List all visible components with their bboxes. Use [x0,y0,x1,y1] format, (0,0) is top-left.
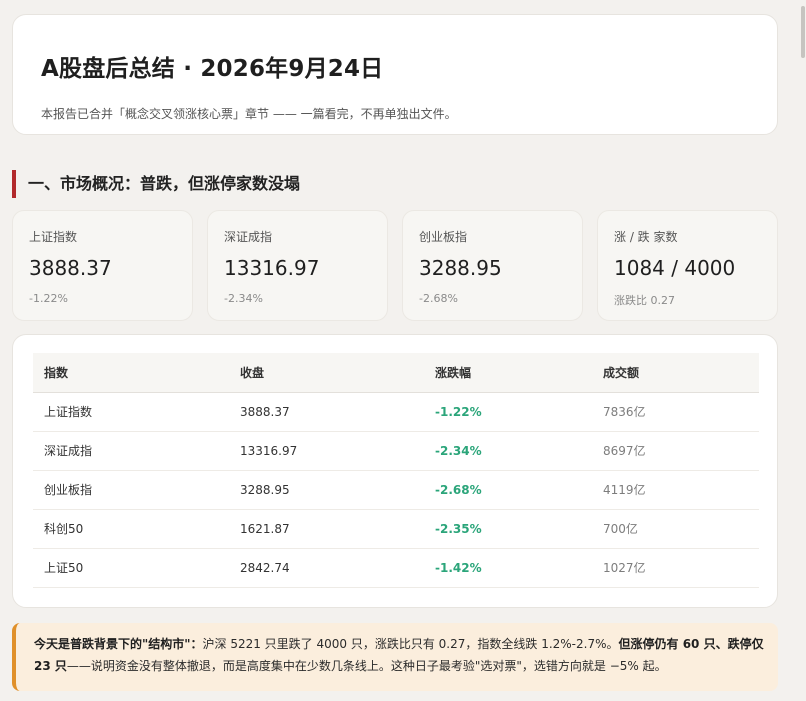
table-header: 指数 收盘 涨跌幅 成交额 [33,353,759,393]
turnover-value: 1027亿 [603,561,646,575]
change-value: -2.34% [435,444,482,458]
page-title: A股盘后总结 · 2026年9月24日 [41,56,384,82]
section-heading-market-overview: 一、市场概况：普跌，但涨停家数没塌 [12,170,300,198]
page-subtitle: 本报告已合并「概念交叉领涨核心票」章节 —— 一篇看完，不再单独出文件。 [41,107,457,121]
turnover-value: 8697亿 [603,444,646,458]
table-row: 创业板指 3288.95 -2.68% 4119亿 [33,471,759,510]
stat-ratio: 涨跌比 0.27 [614,294,675,307]
index-name: 科创50 [44,522,84,536]
index-name: 上证指数 [44,405,93,419]
stat-value: 3288.95 [419,256,502,280]
turnover-value: 7836亿 [603,405,646,419]
column-header-close: 收盘 [240,366,265,380]
stat-label: 深证成指 [224,230,273,244]
stat-card-chinext: 创业板指 3288.95 -2.68% [402,210,583,321]
change-value: -2.68% [435,483,482,497]
stat-label: 创业板指 [419,230,468,244]
header-card: A股盘后总结 · 2026年9月24日 本报告已合并「概念交叉领涨核心票」章节 … [12,14,778,135]
change-value: -1.42% [435,561,482,575]
stat-label: 涨 / 跌 家数 [614,230,678,244]
callout-text-continued: ——说明资金没有整体撤退，而是高度集中在少数几条线上。这种日子最考验"选对票"，… [66,659,667,673]
stat-value: 3888.37 [29,256,112,280]
callout-text: 沪深 5221 只里跌了 4000 只，涨跌比只有 0.27，指数全线跌 1.2… [202,637,619,651]
callout-lead: 今天是普跌背景下的"结构市"： [34,637,203,651]
change-value: -1.22% [435,405,482,419]
stat-card-advance-decline: 涨 / 跌 家数 1084 / 4000 涨跌比 0.27 [597,210,778,321]
stat-card-shanghai: 上证指数 3888.37 -1.22% [12,210,193,321]
table-row: 上证50 2842.74 -1.42% 1027亿 [33,549,759,588]
stat-label: 上证指数 [29,230,78,244]
turnover-value: 700亿 [603,522,638,536]
index-name: 创业板指 [44,483,93,497]
stat-card-shenzhen: 深证成指 13316.97 -2.34% [207,210,388,321]
summary-callout: 今天是普跌背景下的"结构市"：沪深 5221 只里跌了 4000 只，涨跌比只有… [12,623,778,691]
table-row: 科创50 1621.87 -2.35% 700亿 [33,510,759,549]
close-value: 1621.87 [240,522,290,536]
stat-change: -1.22% [29,292,68,305]
table-row: 上证指数 3888.37 -1.22% 7836亿 [33,393,759,432]
stat-value: 1084 / 4000 [614,256,736,280]
close-value: 2842.74 [240,561,290,575]
column-header-change: 涨跌幅 [435,366,472,380]
vertical-scrollbar[interactable] [800,0,806,701]
turnover-value: 4119亿 [603,483,646,497]
close-value: 3288.95 [240,483,290,497]
stat-value: 13316.97 [224,256,320,280]
index-table-card: 指数 收盘 涨跌幅 成交额 上证指数 3888.37 -1.22% 7836亿 … [12,334,778,608]
table-row: 深证成指 13316.97 -2.34% 8697亿 [33,432,759,471]
stat-change: -2.68% [419,292,458,305]
column-header-index: 指数 [44,366,69,380]
scrollbar-thumb[interactable] [801,6,805,58]
close-value: 3888.37 [240,405,290,419]
stat-change: -2.34% [224,292,263,305]
index-name: 深证成指 [44,444,93,458]
close-value: 13316.97 [240,444,298,458]
column-header-turnover: 成交额 [603,366,640,380]
index-name: 上证50 [44,561,84,575]
change-value: -2.35% [435,522,482,536]
